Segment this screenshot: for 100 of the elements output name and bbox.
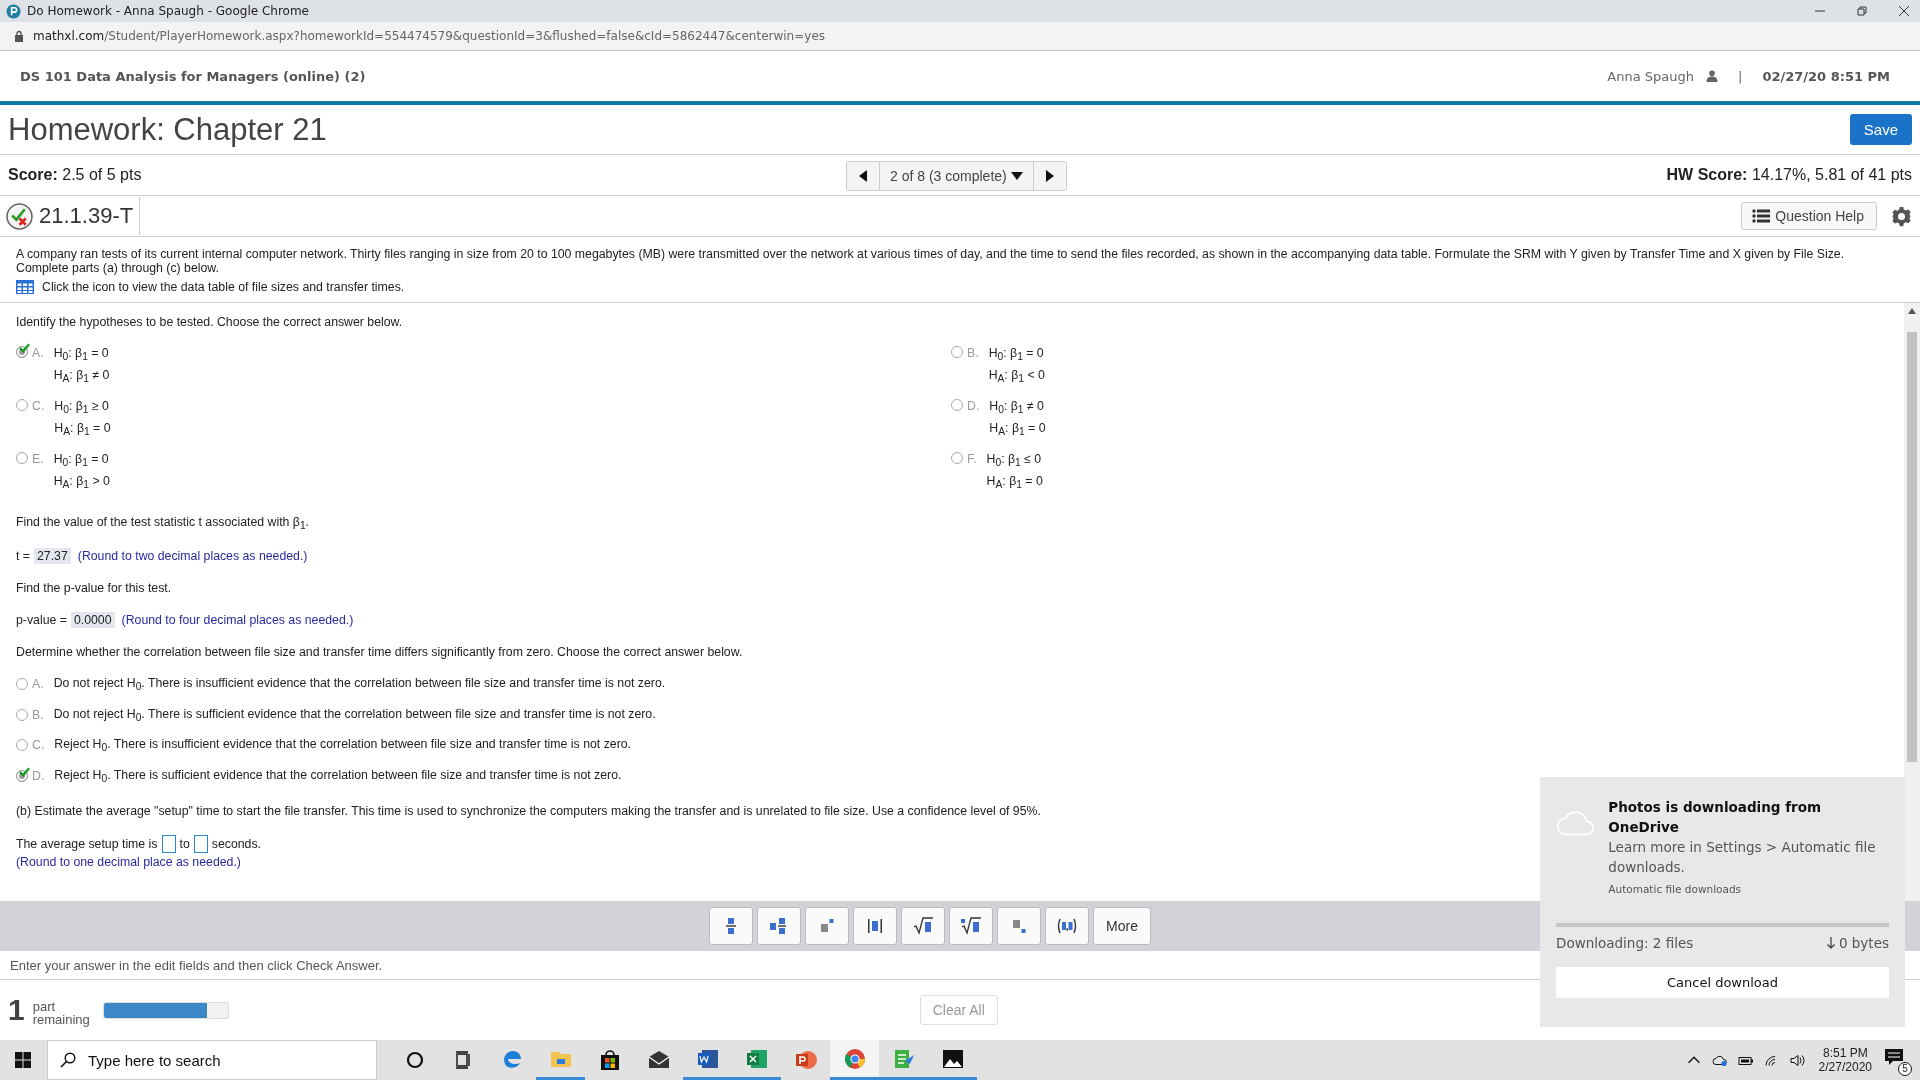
cancel-download-button[interactable]: Cancel download: [1556, 967, 1889, 998]
answer-value: 0.0000: [70, 612, 115, 629]
answer-label: t =: [16, 549, 30, 564]
settings-icon[interactable]: [1891, 205, 1912, 227]
choice-letter: D.: [32, 768, 45, 783]
choice-text: Do not reject H$_{0}$. There is insufficient evidence that the correlation between file size and transfer time is not zero.: [53, 676, 666, 693]
notification-title: Photos is downloading from OneDrive: [1608, 798, 1823, 837]
pair-button[interactable]: [1045, 907, 1089, 945]
pair-icon: [1055, 916, 1079, 936]
prompt-text: Find the p-value for this test.: [16, 581, 172, 596]
list-icon: [1752, 209, 1771, 223]
action-center-icon[interactable]: [1884, 1048, 1904, 1066]
choice-letter: E.: [32, 451, 44, 466]
hypothesis-text: H$_{0}$: β$_{1}$ = 0: [53, 346, 110, 363]
abs-button[interactable]: [853, 907, 897, 945]
root-button[interactable]: [949, 907, 993, 945]
hint-text: (Round to two decimal places as needed.): [77, 549, 308, 564]
choice-letter: A.: [32, 346, 44, 360]
more-button[interactable]: More: [1093, 907, 1151, 945]
homework-title: Homework: Chapter 21: [8, 111, 327, 148]
separator-text: |: [1738, 68, 1743, 84]
answer-label: to: [179, 837, 190, 851]
sqrt-button[interactable]: [901, 907, 945, 945]
hypothesis-text: H$_{A}$: β$_{1}$ < 0: [988, 368, 1045, 385]
choice-letter: F.: [967, 451, 977, 466]
settings-link[interactable]: Automatic file downloads: [1608, 883, 1889, 895]
remaining-count: 1: [8, 993, 25, 1027]
choice-text: Reject H$_{0}$. There is insufficient evidence that the correlation between file size and transfer time is not zero.: [54, 737, 631, 754]
window-title: Do Homework - Anna Spaugh - Google Chrome: [27, 4, 310, 18]
hint-text: (Round to one decimal place as needed.): [16, 855, 241, 869]
chrome-app-icon[interactable]: [830, 1040, 879, 1080]
table-icon[interactable]: [16, 280, 34, 294]
subscript-button[interactable]: [997, 907, 1041, 945]
clock-time[interactable]: 8:51 PM: [1822, 1046, 1868, 1060]
answer-value: 27.37: [34, 548, 71, 565]
question-help-button[interactable]: Question Help: [1741, 202, 1877, 230]
choice-letter: C.: [32, 738, 45, 753]
hypothesis-text: H$_{A}$: β$_{1}$ = 0: [986, 474, 1043, 491]
notification-body: Learn more in Settings > Automatic file downloads.: [1608, 838, 1877, 877]
question-dropdown[interactable]: 2 of 8 (3 complete): [879, 162, 1034, 190]
hypothesis-text: H$_{0}$: β$_{1}$ = 0: [53, 451, 110, 469]
question-text: A company ran tests of its current internal computer network. Thirty files ranging in size from 20 to 100 megabytes (MB) were transmitted over the network at various times of day, and the time to send the files recorded, as shown in the accompanying data table. Formulate the SRM with Y given by Transfer Time and X given by File Size. Complete parts (a) through (c) below.: [16, 247, 1846, 275]
lock-icon: [14, 30, 24, 42]
person-icon: [1706, 70, 1718, 82]
hint-text: (Round to four decimal places as needed.): [121, 613, 354, 628]
mixed-button[interactable]: [757, 907, 801, 945]
download-status: Downloading: 2 files: [1556, 935, 1694, 951]
taskbar-search-field[interactable]: Type here to search: [47, 1040, 377, 1080]
answer-label: seconds.: [211, 837, 261, 851]
hypothesis-text: H$_{A}$: β$_{1}$ > 0: [53, 474, 110, 491]
prompt-text: (b) Estimate the average "setup" time to start the file transfer. This time is used to synchronize the computers making the transfer and is unrelated to file size. Use a confidence level of 95%.: [16, 804, 1041, 818]
previous-button[interactable]: [847, 162, 879, 190]
url-text[interactable]: mathxl.com/Student/PlayerHomework.aspx?homeworkId=554474579&questionId=3&flushed=false&cId=5862447&centerwin=yes: [33, 29, 825, 43]
date-time: 02/27/20 8:51 PM: [1762, 68, 1890, 84]
windows-start-icon[interactable]: [15, 1052, 31, 1068]
input-field[interactable]: [161, 835, 176, 853]
prompt-text: Find the value of the test statistic t associated with β$_{1}$.: [16, 514, 310, 532]
triangle-right-icon: [1044, 170, 1055, 182]
radio-button[interactable]: [16, 769, 28, 782]
app-logo-icon: [6, 3, 21, 19]
radio-button[interactable]: [16, 346, 28, 358]
choice-letter: B.: [32, 707, 44, 722]
answer-label: The average setup time is: [16, 837, 158, 851]
remaining-label: part remaining: [32, 1000, 91, 1026]
hypothesis-text: H$_{0}$: β$_{1}$ ≤ 0: [986, 451, 1043, 469]
data-table-instruction: Click the icon to view the data table of file sizes and transfer times.: [42, 280, 405, 294]
scrollbar[interactable]: [1904, 303, 1920, 901]
notification-count: 5: [1898, 1062, 1912, 1076]
caret-icon: [1010, 172, 1023, 180]
hypothesis-text: H$_{0}$: β$_{1}$ = 0: [988, 346, 1045, 363]
cortana-icon[interactable]: [405, 1050, 425, 1070]
answer-label: p-value =: [16, 613, 67, 628]
task-view-icon[interactable]: [453, 1050, 473, 1070]
input-field[interactable]: [193, 835, 208, 853]
download-arrow-icon: [1826, 937, 1835, 949]
scroll-up-icon[interactable]: [1908, 308, 1916, 314]
choice-letter: C.: [32, 398, 45, 413]
hypothesis-text: H$_{A}$: β$_{1}$ ≠ 0: [53, 368, 110, 385]
clock-date[interactable]: 2/27/2020: [1818, 1060, 1872, 1074]
sqrt-icon: [911, 916, 935, 936]
close-icon[interactable]: [1898, 5, 1910, 17]
choice-letter: D.: [967, 398, 980, 413]
cloud-sync-icon[interactable]: [1711, 1053, 1728, 1067]
prompt-text: Identify the hypotheses to be tested. Choose the correct answer below.: [16, 315, 403, 329]
next-button[interactable]: [1033, 162, 1066, 190]
prompt-text: Determine whether the correlation between file size and transfer time differs significantly from zero. Choose the correct answer below.: [16, 645, 743, 660]
question-id: 21.1.39-T: [39, 197, 141, 235]
save-button[interactable]: Save: [1849, 114, 1912, 145]
restore-icon[interactable]: [1856, 5, 1868, 17]
score-text: Score: 2.5 of 5 pts: [8, 166, 142, 184]
choice-letter: A.: [32, 677, 44, 692]
course-title: DS 101 Data Analysis for Managers (online) (2): [20, 68, 366, 84]
root-icon: [959, 916, 983, 936]
hypothesis-text: H$_{A}$: β$_{1}$ = 0: [54, 421, 111, 438]
fraction-button[interactable]: [709, 907, 753, 945]
user-name[interactable]: Anna Spaugh: [1607, 68, 1694, 84]
exponent-button[interactable]: [805, 907, 849, 945]
hw-score-text: HW Score: 14.17%, 5.81 of 41 pts: [1666, 166, 1912, 184]
volume-icon[interactable]: [1789, 1053, 1806, 1067]
search-icon: [60, 1052, 76, 1068]
